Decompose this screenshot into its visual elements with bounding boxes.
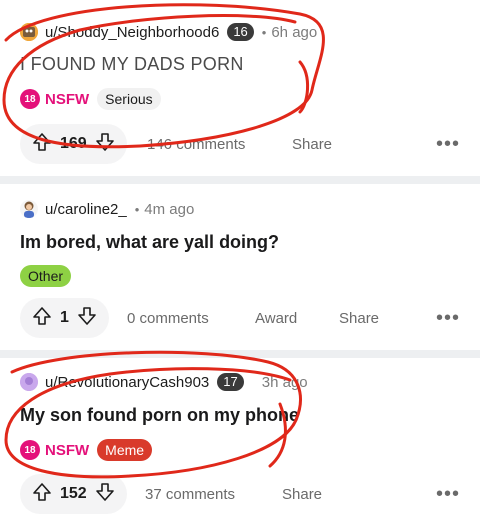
- flair-tag[interactable]: Meme: [97, 439, 153, 461]
- nsfw-18-icon: 18: [20, 440, 40, 460]
- vote-count: 152: [60, 485, 87, 502]
- post-meta: u/caroline2_ • 4m ago: [20, 198, 194, 220]
- more-horizontal-icon[interactable]: •••: [436, 134, 460, 154]
- comments-button[interactable]: 146 comments: [147, 136, 245, 153]
- post-tags: 18 NSFW Meme: [20, 439, 153, 461]
- comments-button[interactable]: 37 comments: [145, 486, 235, 503]
- avatar[interactable]: [20, 373, 38, 391]
- post-timestamp: 4m ago: [144, 200, 195, 218]
- arrow-down-outline-icon[interactable]: [95, 482, 115, 507]
- nsfw-18-icon: 18: [20, 89, 40, 109]
- post-username[interactable]: u/RevolutionaryCash903: [45, 374, 209, 391]
- more-horizontal-icon[interactable]: •••: [436, 308, 460, 328]
- arrow-down-outline-icon[interactable]: [95, 132, 115, 157]
- post-title[interactable]: My son found porn on my phone: [20, 403, 299, 427]
- share-button[interactable]: Share: [292, 136, 332, 153]
- post-tags: Other: [20, 265, 72, 287]
- vote-pill: 169: [20, 124, 127, 164]
- post-meta: u/Shoddy_Neighborhood6 16 • 6h ago: [20, 21, 317, 43]
- arrow-down-outline-icon[interactable]: [77, 306, 97, 331]
- post-tags: 18 NSFW Serious: [20, 88, 161, 110]
- karma-badge: 16: [227, 23, 254, 41]
- post-divider: [0, 350, 480, 358]
- comments-button[interactable]: 0 comments: [127, 310, 209, 327]
- vote-pill: 152: [20, 474, 127, 514]
- post-username[interactable]: u/Shoddy_Neighborhood6: [45, 24, 219, 41]
- post-title[interactable]: I FOUND MY DADS PORN: [20, 52, 244, 76]
- vote-count: 1: [60, 309, 69, 326]
- award-button[interactable]: Award: [255, 310, 297, 327]
- flair-tag[interactable]: Other: [20, 265, 72, 287]
- post-actions: 152 37 comments Share •••: [20, 474, 460, 514]
- post-timestamp: 6h ago: [271, 23, 318, 41]
- vote-pill: 1: [20, 298, 109, 338]
- more-horizontal-icon[interactable]: •••: [436, 484, 460, 504]
- post-username[interactable]: u/caroline2_: [45, 201, 127, 218]
- nsfw-label: NSFW: [45, 90, 90, 108]
- meta-separator: •: [134, 201, 140, 217]
- post-actions: 1 0 comments Award Share •••: [20, 298, 460, 338]
- post-card[interactable]: u/RevolutionaryCash903 17 3h ago My son …: [0, 358, 480, 525]
- post-timestamp: 3h ago: [261, 373, 308, 391]
- post-divider: [0, 176, 480, 184]
- flair-tag[interactable]: Serious: [97, 88, 161, 110]
- arrow-up-outline-icon[interactable]: [32, 306, 52, 331]
- arrow-up-outline-icon[interactable]: [32, 482, 52, 507]
- share-button[interactable]: Share: [339, 310, 379, 327]
- vote-count: 169: [60, 135, 87, 152]
- karma-badge: 17: [217, 373, 244, 391]
- avatar[interactable]: [20, 200, 38, 218]
- post-title[interactable]: Im bored, what are yall doing?: [20, 230, 279, 254]
- post-feed: u/Shoddy_Neighborhood6 16 • 6h ago I FOU…: [0, 0, 480, 525]
- avatar[interactable]: [20, 23, 38, 41]
- post-meta: u/RevolutionaryCash903 17 3h ago: [20, 371, 308, 393]
- nsfw-label: NSFW: [45, 441, 90, 459]
- post-card[interactable]: u/caroline2_ • 4m ago Im bored, what are…: [0, 184, 480, 350]
- post-actions: 169 146 comments Share •••: [20, 124, 460, 164]
- share-button[interactable]: Share: [282, 486, 322, 503]
- post-card[interactable]: u/Shoddy_Neighborhood6 16 • 6h ago I FOU…: [0, 0, 480, 178]
- meta-separator: •: [261, 24, 267, 40]
- arrow-up-outline-icon[interactable]: [32, 132, 52, 157]
